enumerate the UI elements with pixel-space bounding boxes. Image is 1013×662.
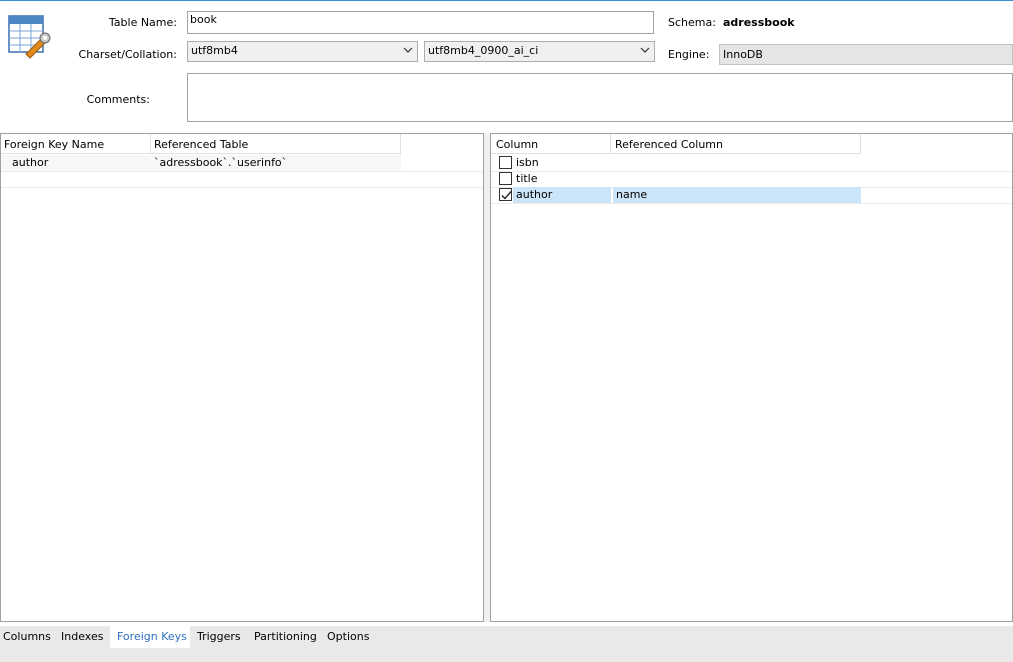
window-top-border <box>0 0 1013 1</box>
fk-columns-grid[interactable]: Column Referenced Column isbn title auth… <box>490 133 1013 622</box>
charset-collation-label: Charset/Collation: <box>78 48 177 61</box>
editor-tab-bar: Columns Indexes Foreign Keys Triggers Pa… <box>0 626 1013 662</box>
column-header-column[interactable]: Column <box>491 134 611 154</box>
tab-partitioning[interactable]: Partitioning <box>251 626 320 648</box>
schema-label: Schema: <box>668 16 716 29</box>
table-name-input[interactable]: book <box>187 11 654 34</box>
charset-select[interactable]: utf8mb4 <box>187 41 418 62</box>
referenced-column-cell[interactable]: name <box>613 187 861 203</box>
collation-select[interactable]: utf8mb4_0900_ai_ci <box>424 41 655 62</box>
column-header-referenced-table[interactable]: Referenced Table <box>151 134 401 154</box>
row-divider <box>491 203 1012 204</box>
column-name-cell[interactable]: isbn <box>513 155 611 171</box>
row-divider <box>1 187 483 188</box>
collation-select-value: utf8mb4_0900_ai_ci <box>428 44 539 57</box>
tab-foreign-keys[interactable]: Foreign Keys <box>110 626 190 648</box>
column-header-fk-name[interactable]: Foreign Key Name <box>1 134 151 154</box>
tab-columns[interactable]: Columns <box>0 626 54 648</box>
foreign-keys-grid[interactable]: Foreign Key Name Referenced Table author… <box>0 133 484 622</box>
chevron-down-icon <box>639 43 651 57</box>
table-edit-icon <box>8 14 52 60</box>
chevron-down-icon <box>402 43 414 57</box>
engine-label: Engine: <box>668 48 710 61</box>
fk-name-cell[interactable]: author <box>1 155 151 171</box>
column-checkbox-isbn[interactable] <box>499 156 512 169</box>
column-name-cell[interactable]: author <box>513 187 611 203</box>
engine-select[interactable]: InnoDB <box>719 44 1013 65</box>
charset-select-value: utf8mb4 <box>191 44 238 57</box>
row-divider <box>1 171 483 172</box>
referenced-column-cell[interactable] <box>611 171 861 187</box>
fk-referenced-table-cell[interactable]: `adressbook`.`userinfo` <box>151 155 401 171</box>
column-checkbox-author[interactable] <box>499 188 512 201</box>
table-name-label: Table Name: <box>108 16 177 29</box>
tab-triggers[interactable]: Triggers <box>194 626 244 648</box>
checkmark-icon <box>501 191 512 200</box>
comments-label: Comments: <box>86 93 150 106</box>
referenced-column-cell[interactable] <box>611 155 861 171</box>
tab-options[interactable]: Options <box>324 626 372 648</box>
column-checkbox-title[interactable] <box>499 172 512 185</box>
tab-indexes[interactable]: Indexes <box>58 626 106 648</box>
schema-value: adressbook <box>723 16 795 29</box>
comments-textarea[interactable] <box>187 73 1013 122</box>
column-header-referenced-column[interactable]: Referenced Column <box>611 134 861 154</box>
column-name-cell[interactable]: title <box>513 171 611 187</box>
